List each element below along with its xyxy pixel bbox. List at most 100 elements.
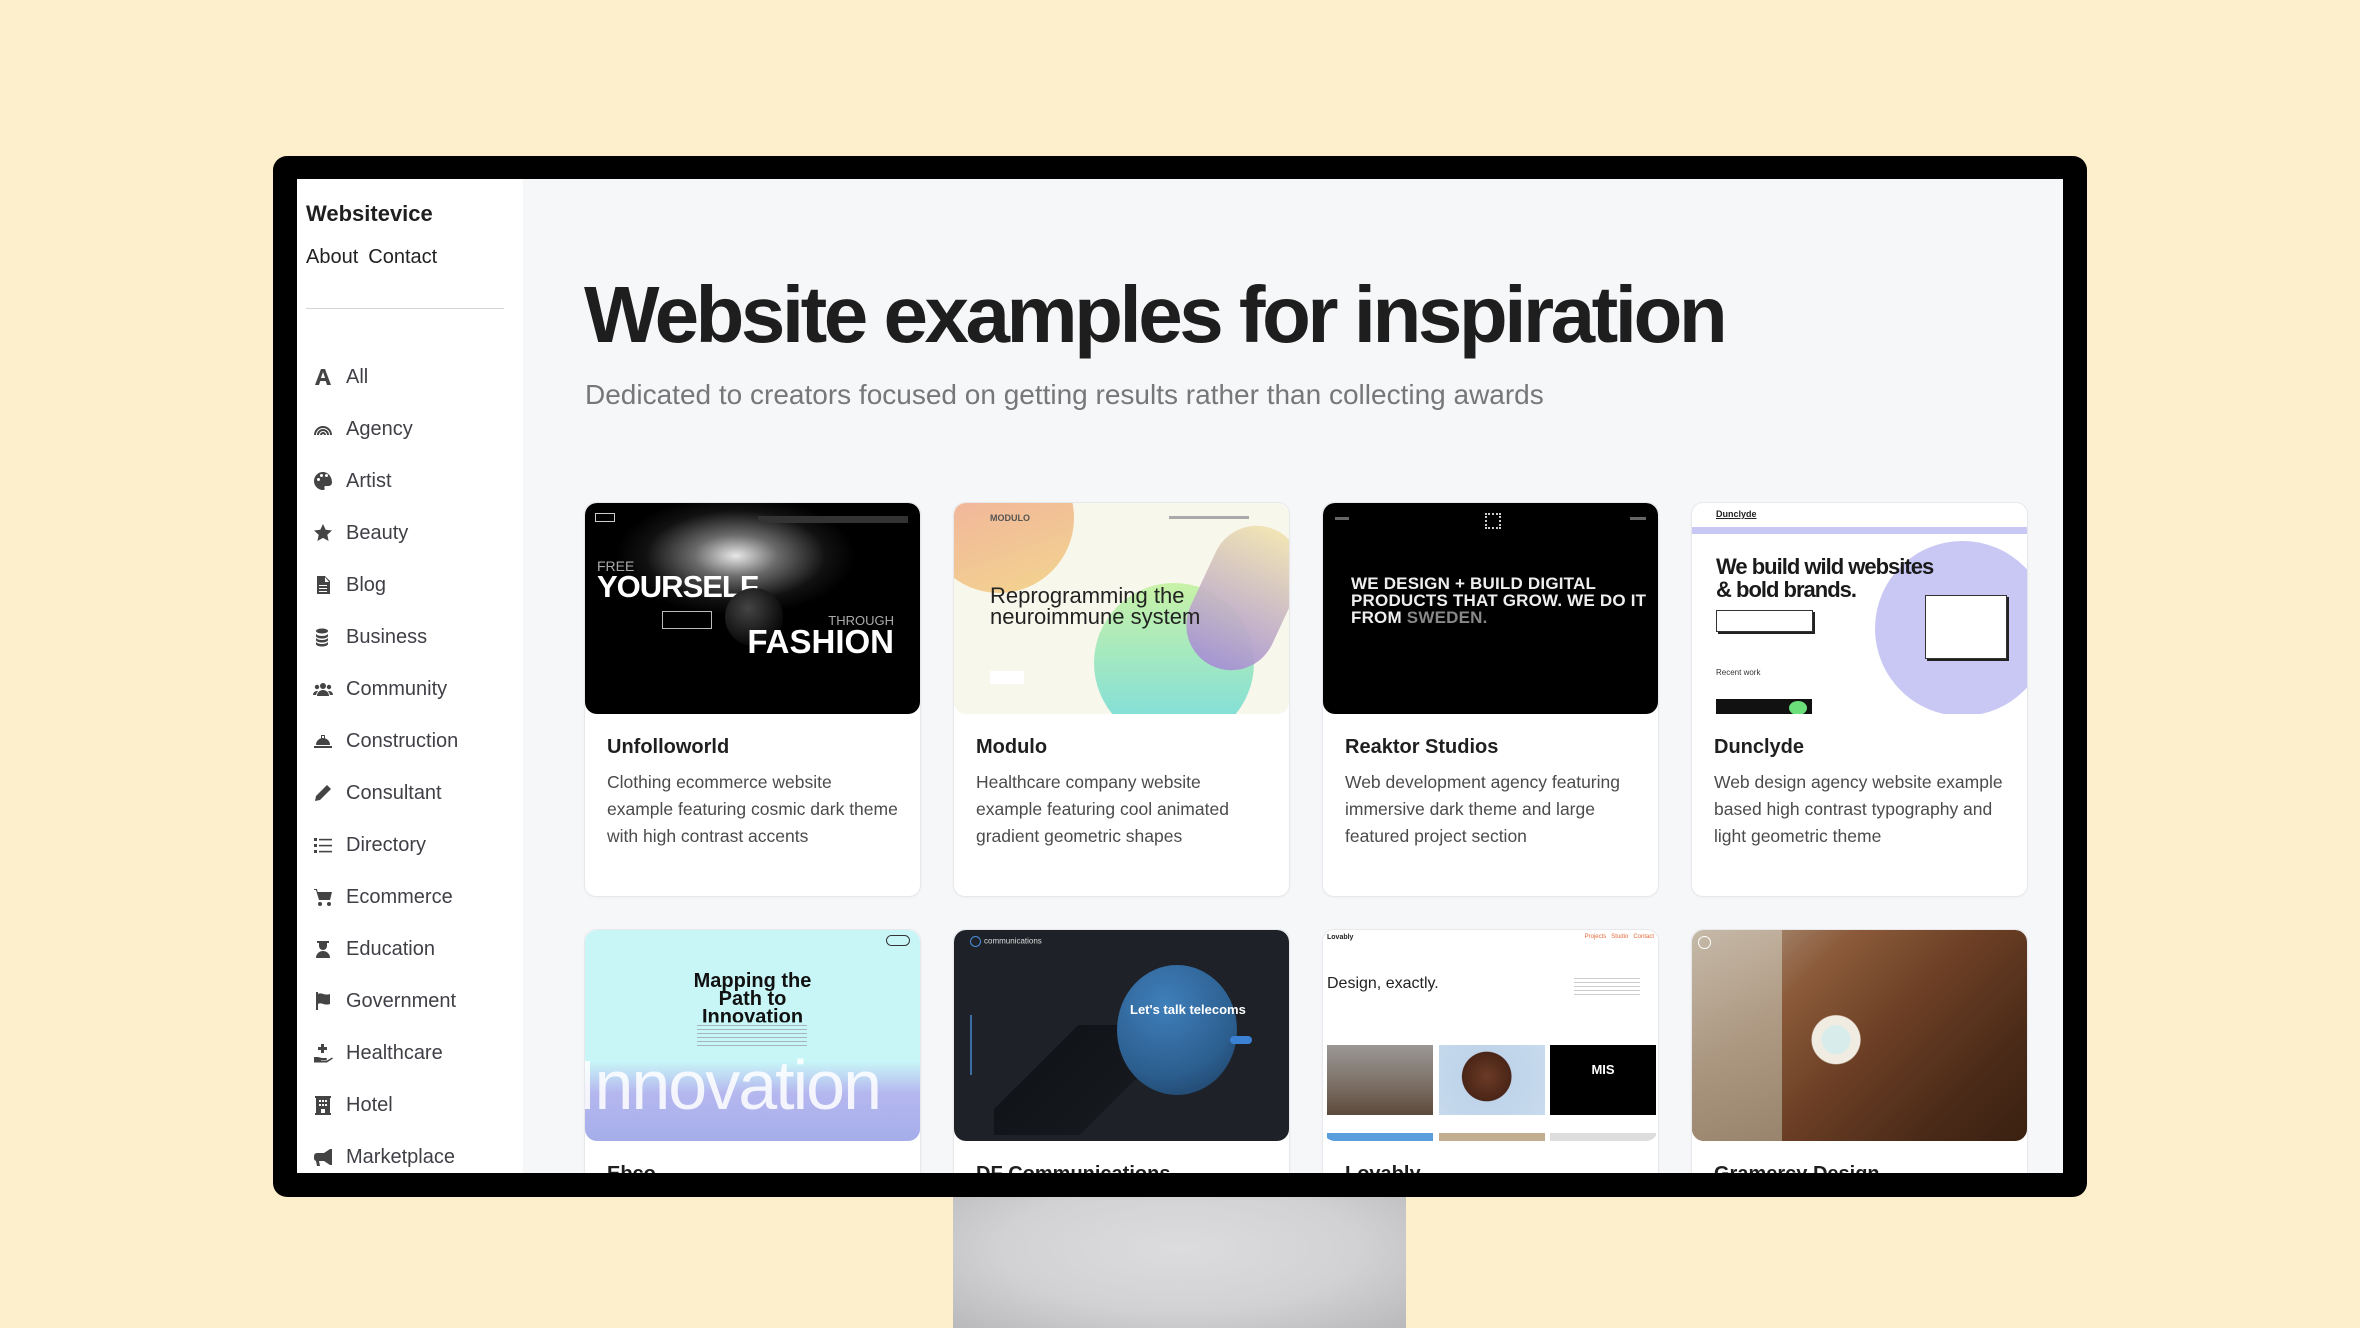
sidebar-item-label: Community [346,677,448,700]
preview-button [1230,1036,1252,1044]
palette-icon [312,470,334,492]
preview-photo [1692,930,1782,1141]
preview-headline: Mapping the Path to Innovation [693,970,812,1028]
hand-holding-medical-icon [312,1042,334,1064]
sidebar-item-agency[interactable]: Agency [312,403,458,455]
sidebar-item-business[interactable]: Business [312,611,458,663]
sidebar-item-label: Construction [346,729,459,752]
preview-nav [1335,517,1349,520]
card-title: Modulo [976,736,1048,758]
sidebar-item-label: Government [346,989,457,1012]
card-thumbnail[interactable]: Dunclyde We build wild websites & bold b… [1692,503,2027,714]
sidebar-item-label: Consultant [346,781,442,804]
preview-headline: WE DESIGN + BUILD DIGITAL PRODUCTS THAT … [1351,575,1658,626]
card-thumbnail[interactable]: Mapping the Path to Innovation Innovatio… [585,930,920,1141]
preview-nav [1630,517,1646,520]
hard-hat-icon [312,730,334,752]
card-title: Reaktor Studios [1345,736,1499,758]
sidebar-item-hotel[interactable]: Hotel [312,1079,458,1131]
preview-button [662,611,712,629]
sidebar-item-community[interactable]: Community [312,663,458,715]
example-card-unfolloworld[interactable]: FREE YOURSELF THROUGH FASHION Unfollowor… [584,502,921,897]
sidebar-item-directory[interactable]: Directory [312,819,458,871]
preview-logo: Dunclyde [1716,509,1757,519]
sidebar-item-marketplace[interactable]: Marketplace [312,1131,458,1173]
card-title: Dunclyde [1714,736,1805,758]
pencil-icon [312,782,334,804]
sidebar-item-blog[interactable]: Blog [312,559,458,611]
sidebar-item-beauty[interactable]: Beauty [312,507,458,559]
preview-logo: Lovably [1327,934,1354,941]
preview-section: Recent work [1716,668,1761,677]
example-card-modulo[interactable]: MODULO Reprogramming the neuroimmune sys… [953,502,1290,897]
preview-logo: communications [970,936,1042,947]
example-card-gramercy-design[interactable]: Gramercy Design [1691,929,2028,1173]
letter-a-icon [312,366,334,388]
preview-popup [1925,595,2007,659]
nav-link-about[interactable]: About [306,246,358,269]
preview-image [1439,1133,1545,1141]
preview-image [1550,1133,1656,1141]
sidebar-item-label: Beauty [346,521,409,544]
preview-logo: MODULO [990,513,1030,523]
preview-button [990,671,1024,684]
card-thumbnail[interactable]: Lovably Projects Studio Contact Design, … [1323,930,1658,1141]
hotel-icon [312,1094,334,1116]
card-thumbnail[interactable]: FREE YOURSELF THROUGH FASHION [585,503,920,714]
preview-headline-text: WE DESIGN + BUILD DIGITAL PRODUCTS THAT … [1351,574,1647,627]
card-description: Web development agency featuring immersi… [1345,772,1620,846]
sidebar-item-healthcare[interactable]: Healthcare [312,1027,458,1079]
sidebar-item-label: Hotel [346,1093,393,1116]
sidebar-item-construction[interactable]: Construction [312,715,458,767]
top-nav: About Contact [306,246,437,269]
flag-icon [312,990,334,1012]
example-card-df-communications[interactable]: communications Let's talk telecoms DF Co… [953,929,1290,1173]
card-title: Lovably [1345,1163,1658,1173]
sidebar-item-consultant[interactable]: Consultant [312,767,458,819]
preview-headline: Reprogramming the neuroimmune system [990,583,1201,629]
card-thumbnail[interactable]: MODULO Reprogramming the neuroimmune sys… [954,503,1289,714]
example-card-ebco[interactable]: Mapping the Path to Innovation Innovatio… [584,929,921,1173]
sidebar-item-label: Marketplace [346,1145,455,1168]
users-icon [312,678,334,700]
preview-paragraph [697,1022,807,1046]
page-subtitle: Dedicated to creators focused on getting… [585,379,1544,410]
example-card-lovably[interactable]: Lovably Projects Studio Contact Design, … [1322,929,1659,1173]
sidebar-item-ecommerce[interactable]: Ecommerce [312,871,458,923]
card-description: Healthcare company website example featu… [976,772,1229,846]
example-card-dunclyde[interactable]: Dunclyde We build wild websites & bold b… [1691,502,2028,897]
card-title: Gramercy Design [1714,1163,2027,1173]
card-thumbnail[interactable]: WE DESIGN + BUILD DIGITAL PRODUCTS THAT … [1323,503,1658,714]
sidebar-item-label: All [346,365,369,388]
nav-link-contact[interactable]: Contact [368,246,437,269]
sidebar-item-artist[interactable]: Artist [312,455,458,507]
monitor-frame: Websitevice About Contact All Agency Art… [273,156,2087,1197]
card-thumbnail[interactable]: communications Let's talk telecoms [954,930,1289,1141]
category-list: All Agency Artist Beauty Blog Business C… [312,351,458,1173]
card-thumbnail[interactable] [1692,930,2027,1141]
brand-logo[interactable]: Websitevice [306,201,433,227]
preview-menu [970,1015,972,1075]
sidebar-item-all[interactable]: All [312,351,458,403]
card-title: Ebco [607,1163,920,1173]
sidebar-item-label: Directory [346,833,427,856]
preview-notice [1716,610,1813,632]
preview-nav [758,516,908,523]
preview-work-tile [1716,699,1812,714]
preview-nav [1169,516,1249,519]
preview-image [1439,1045,1545,1115]
sidebar-item-government[interactable]: Government [312,975,458,1027]
monitor-stand [953,1196,1406,1328]
megaphone-icon [312,1146,334,1168]
preview-headline: Let's talk telecoms [1130,1002,1246,1017]
example-card-reaktor-studios[interactable]: WE DESIGN + BUILD DIGITAL PRODUCTS THAT … [1322,502,1659,897]
preview-nav: Projects Studio Contact [1584,934,1654,940]
card-description: Clothing ecommerce website example featu… [607,772,898,846]
list-icon [312,834,334,856]
sidebar: Websitevice About Contact All Agency Art… [297,179,523,1173]
sidebar-item-education[interactable]: Education [312,923,458,975]
main-content: Website examples for inspiration Dedicat… [523,179,2063,1173]
preview-image [1327,1045,1433,1115]
preview-headline: FASHION [747,623,894,660]
preview-image: MIS [1550,1045,1656,1115]
